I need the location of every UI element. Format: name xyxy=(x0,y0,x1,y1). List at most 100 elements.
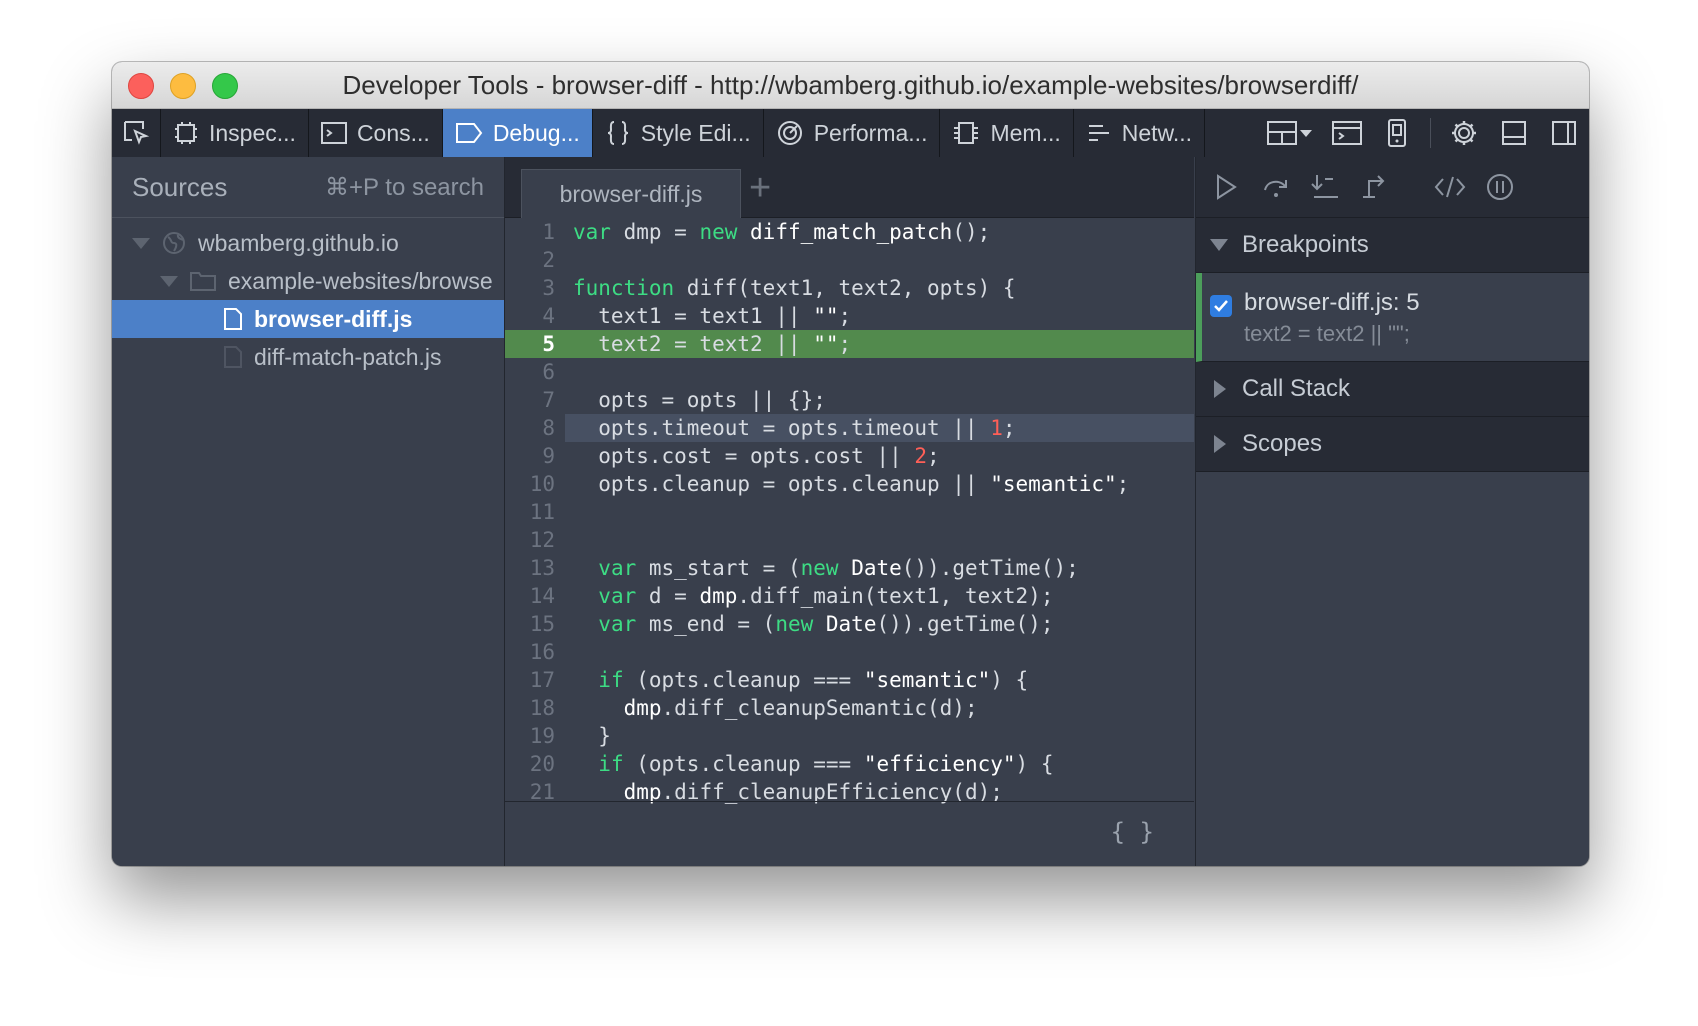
code-line[interactable]: 6 xyxy=(505,358,1194,386)
code-line[interactable]: 4 text1 = text1 || ""; xyxy=(505,302,1194,330)
code-line[interactable]: 3 function diff(text1, text2, opts) { xyxy=(505,274,1194,302)
tree-item-folder[interactable]: example-websites/browse xyxy=(112,262,504,300)
line-number[interactable]: 19 xyxy=(505,722,555,750)
code-line[interactable]: 8 opts.timeout = opts.timeout || 1; xyxy=(505,414,1194,442)
tree-item-diff-match-patch[interactable]: diff-match-patch.js xyxy=(112,338,504,376)
tab-debugger[interactable]: Debug... xyxy=(442,109,593,157)
dock-bottom-icon xyxy=(1502,121,1526,145)
tab-console[interactable]: Cons... xyxy=(309,109,443,157)
editor-tabs: browser-diff.js + xyxy=(505,157,1194,218)
add-tab-button[interactable]: + xyxy=(749,167,771,210)
line-number[interactable]: 9 xyxy=(505,442,555,470)
code-line[interactable]: 5 text2 = text2 || ""; xyxy=(505,330,1194,358)
code-token: (); xyxy=(952,220,991,244)
line-number[interactable]: 4 xyxy=(505,302,555,330)
code-line[interactable]: 12 xyxy=(505,526,1194,554)
blackbox-icon xyxy=(1434,176,1466,198)
dock-side-button[interactable] xyxy=(1539,109,1589,157)
checkmark-icon xyxy=(1214,300,1228,312)
code-token: ; xyxy=(838,304,852,328)
line-number[interactable]: 16 xyxy=(505,638,555,666)
sources-header: Sources ⌘+P to search xyxy=(112,157,504,218)
line-number[interactable]: 15 xyxy=(505,610,555,638)
tree-item-domain[interactable]: wbamberg.github.io xyxy=(112,224,504,262)
element-picker-button[interactable] xyxy=(112,109,161,157)
code-line[interactable]: 2 xyxy=(505,246,1194,274)
memory-icon xyxy=(954,122,979,144)
zoom-window-button[interactable] xyxy=(212,73,238,99)
tab-inspector[interactable]: Inspec... xyxy=(161,109,309,157)
code-line[interactable]: 11 xyxy=(505,498,1194,526)
line-number[interactable]: 1 xyxy=(505,218,555,246)
tab-network[interactable]: Netw... xyxy=(1074,109,1206,157)
editor-tab-label: browser-diff.js xyxy=(559,180,703,207)
editor-tab-browser-diff[interactable]: browser-diff.js xyxy=(521,169,741,218)
sources-title: Sources xyxy=(132,171,228,202)
call-stack-section-header[interactable]: Call Stack xyxy=(1196,362,1589,417)
line-number[interactable]: 10 xyxy=(505,470,555,498)
pretty-print-button[interactable]: { } xyxy=(1111,818,1154,846)
tab-memory[interactable]: Mem... xyxy=(940,109,1074,157)
minimize-window-button[interactable] xyxy=(170,73,196,99)
code-line[interactable]: 19 } xyxy=(505,722,1194,750)
code-token: ; xyxy=(1002,416,1016,440)
tree-item-browser-diff[interactable]: browser-diff.js xyxy=(112,300,504,338)
line-number[interactable]: 3 xyxy=(505,274,555,302)
code-line[interactable]: 10 opts.cleanup = opts.cleanup || "seman… xyxy=(505,470,1194,498)
line-number[interactable]: 20 xyxy=(505,750,555,778)
tab-style-editor[interactable]: Style Edi... xyxy=(593,109,764,157)
line-number[interactable]: 12 xyxy=(505,526,555,554)
line-number[interactable]: 11 xyxy=(505,498,555,526)
responsive-design-button[interactable] xyxy=(1372,109,1422,157)
pause-icon xyxy=(1487,174,1513,200)
split-console-button[interactable] xyxy=(1322,109,1372,157)
sources-search-hint[interactable]: ⌘+P to search xyxy=(325,173,484,202)
breakpoints-section-header[interactable]: Breakpoints xyxy=(1196,218,1589,273)
step-out-button[interactable] xyxy=(1354,165,1398,209)
tab-label: Inspec... xyxy=(209,119,296,146)
step-in-button[interactable] xyxy=(1304,165,1348,209)
line-number[interactable]: 7 xyxy=(505,386,555,414)
code-token: dmp xyxy=(623,696,662,720)
breakpoint-checkbox[interactable] xyxy=(1210,295,1232,317)
code-view[interactable]: 1 var dmp = new diff_match_patch(); 2 3 func… xyxy=(505,218,1194,812)
scopes-section-header[interactable]: Scopes xyxy=(1196,417,1589,472)
code-line[interactable]: 17 if (opts.cleanup === "semantic") { xyxy=(505,666,1194,694)
line-number[interactable]: 6 xyxy=(505,358,555,386)
line-number[interactable]: 8 xyxy=(505,414,555,442)
close-window-button[interactable] xyxy=(128,73,154,99)
code-token: "" xyxy=(813,304,839,328)
code-line[interactable]: 20 if (opts.cleanup === "efficiency") { xyxy=(505,750,1194,778)
code-line[interactable]: 14 var d = dmp.diff_main(text1, text2); xyxy=(505,582,1194,610)
line-number[interactable]: 18 xyxy=(505,694,555,722)
code-line[interactable]: 1 var dmp = new diff_match_patch(); xyxy=(505,218,1194,246)
code-token: diff(text1, text2, opts) { xyxy=(674,276,1016,300)
toggle-blackbox-button[interactable] xyxy=(1428,165,1472,209)
line-number[interactable]: 5 xyxy=(505,330,563,358)
step-over-button[interactable] xyxy=(1254,165,1298,209)
line-number[interactable]: 2 xyxy=(505,246,555,274)
code-line[interactable]: 16 xyxy=(505,638,1194,666)
tab-label: Debug... xyxy=(492,119,580,146)
dock-bottom-button[interactable] xyxy=(1489,109,1539,157)
settings-button[interactable] xyxy=(1439,109,1489,157)
tab-performance[interactable]: Performa... xyxy=(764,109,941,157)
code-token: d = xyxy=(636,584,700,608)
code-line[interactable]: 7 opts = opts || {}; xyxy=(505,386,1194,414)
resume-button[interactable] xyxy=(1204,165,1248,209)
tab-label: Mem... xyxy=(990,119,1061,146)
code-line[interactable]: 15 var ms_end = (new Date()).getTime(); xyxy=(505,610,1194,638)
pause-on-exceptions-button[interactable] xyxy=(1478,165,1522,209)
line-number[interactable]: 14 xyxy=(505,582,555,610)
code-line[interactable]: 13 var ms_start = (new Date()).getTime()… xyxy=(505,554,1194,582)
folder-icon xyxy=(190,272,216,291)
code-line[interactable]: 18 dmp.diff_cleanupSemantic(d); xyxy=(505,694,1194,722)
breakpoint-item[interactable]: browser-diff.js: 5 text2 = text2 || ""; xyxy=(1196,273,1589,362)
line-number[interactable]: 13 xyxy=(505,554,555,582)
code-token: ) { xyxy=(1015,752,1054,776)
line-number[interactable]: 17 xyxy=(505,666,555,694)
window-title: Developer Tools - browser-diff - http://… xyxy=(342,69,1359,100)
code-line[interactable]: 9 opts.cost = opts.cost || 2; xyxy=(505,442,1194,470)
frame-select-button[interactable] xyxy=(1258,109,1322,157)
